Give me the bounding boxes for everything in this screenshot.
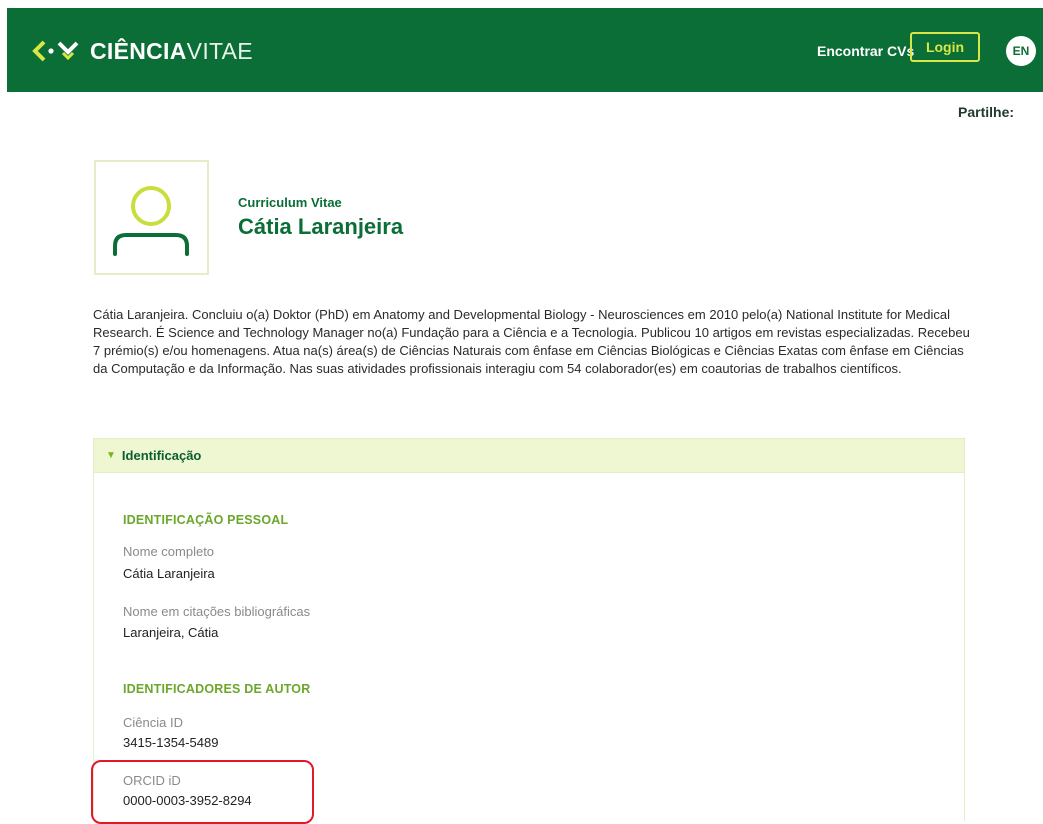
logo-chevrons-icon xyxy=(32,40,79,62)
logo-text: CIÊNCIAVITAE xyxy=(90,37,253,64)
identification-section-header[interactable]: ▼ Identificação xyxy=(94,439,964,473)
user-icon xyxy=(113,186,189,256)
personal-identification-heading: IDENTIFICAÇÃO PESSOAL xyxy=(123,513,289,527)
author-identifiers-heading: IDENTIFICADORES DE AUTOR xyxy=(123,682,311,696)
ciencia-id-label: Ciência ID xyxy=(123,715,183,730)
page-title: Cátia Laranjeira xyxy=(238,214,404,239)
citation-name-value: Laranjeira, Cátia xyxy=(123,625,219,640)
profile-summary: Cátia Laranjeira. Concluiu o(a) Doktor (… xyxy=(93,307,970,376)
find-cvs-link[interactable]: Encontrar CVs xyxy=(817,43,914,59)
cv-label: Curriculum Vitae xyxy=(238,195,342,210)
login-button[interactable]: Login xyxy=(910,32,980,62)
avatar xyxy=(94,160,209,275)
citation-name-label: Nome em citações bibliográficas xyxy=(123,604,311,619)
share-label: Partilhe: xyxy=(958,104,1015,120)
section-title: Identificação xyxy=(121,448,202,463)
caret-down-icon: ▼ xyxy=(106,450,116,461)
full-name-label: Nome completo xyxy=(123,544,215,559)
ciencia-vitae-logo[interactable]: CIÊNCIAVITAE xyxy=(32,36,253,66)
full-name-value: Cátia Laranjeira xyxy=(123,566,215,581)
ciencia-id-value: 3415-1354-5489 xyxy=(123,735,219,750)
orcid-highlight-box xyxy=(91,760,314,824)
language-toggle-button[interactable]: EN xyxy=(1006,36,1036,66)
top-navigation-bar: CIÊNCIAVITAE Encontrar CVs Login EN xyxy=(7,8,1043,92)
